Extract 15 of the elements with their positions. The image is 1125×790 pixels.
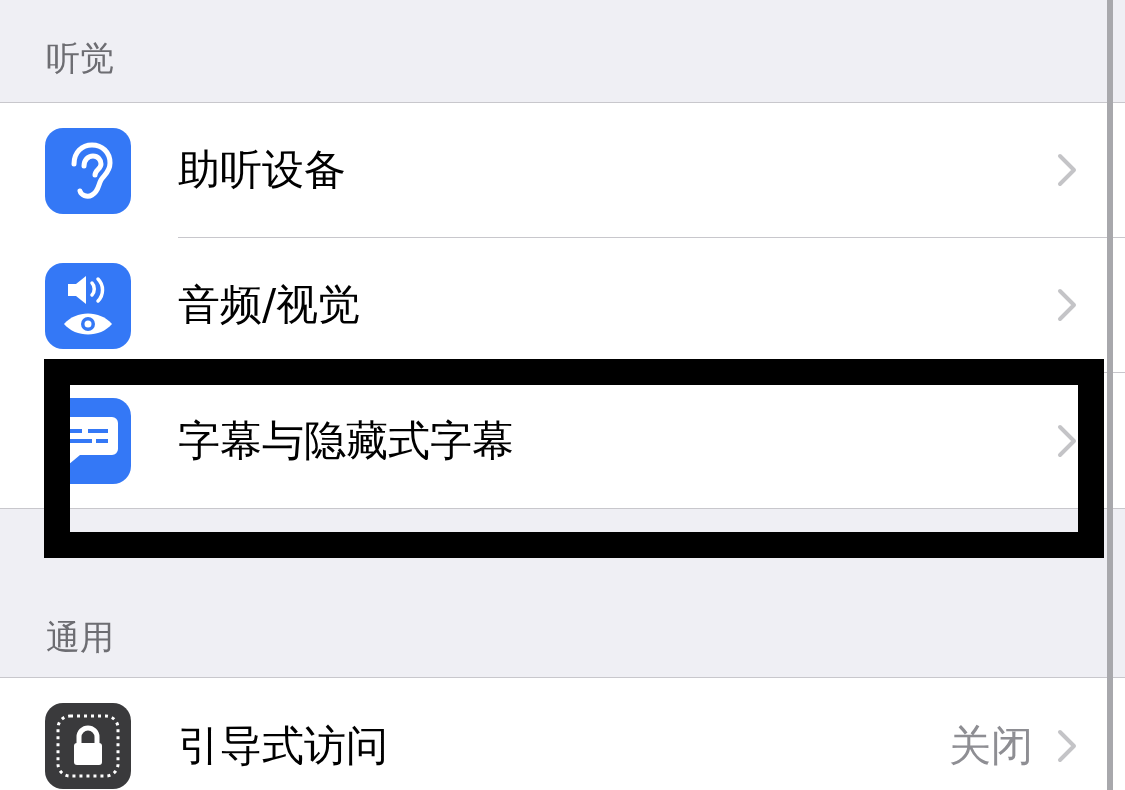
chevron-icon xyxy=(1057,153,1077,187)
chevron-icon xyxy=(1057,423,1077,458)
settings-row[interactable]: 引导式访问 关闭 xyxy=(0,678,1125,790)
row-value: 关闭 xyxy=(949,719,1033,772)
settings-row[interactable]: 字幕与隐藏式字幕 xyxy=(0,373,1125,508)
chevron-icon xyxy=(1057,728,1077,763)
section-header: 通用 xyxy=(45,616,115,659)
section-header: 听觉 xyxy=(45,37,115,80)
row-label: 助听设备 xyxy=(178,144,347,196)
settings-row[interactable]: 助听设备 xyxy=(0,103,1125,238)
row-label: 字幕与隐藏式字幕 xyxy=(178,414,515,467)
row-label: 引导式访问 xyxy=(178,719,389,772)
settings-row[interactable]: 音频/视觉 xyxy=(0,238,1125,373)
chevron-icon xyxy=(1057,288,1077,322)
row-label: 音频/视觉 xyxy=(178,279,362,331)
